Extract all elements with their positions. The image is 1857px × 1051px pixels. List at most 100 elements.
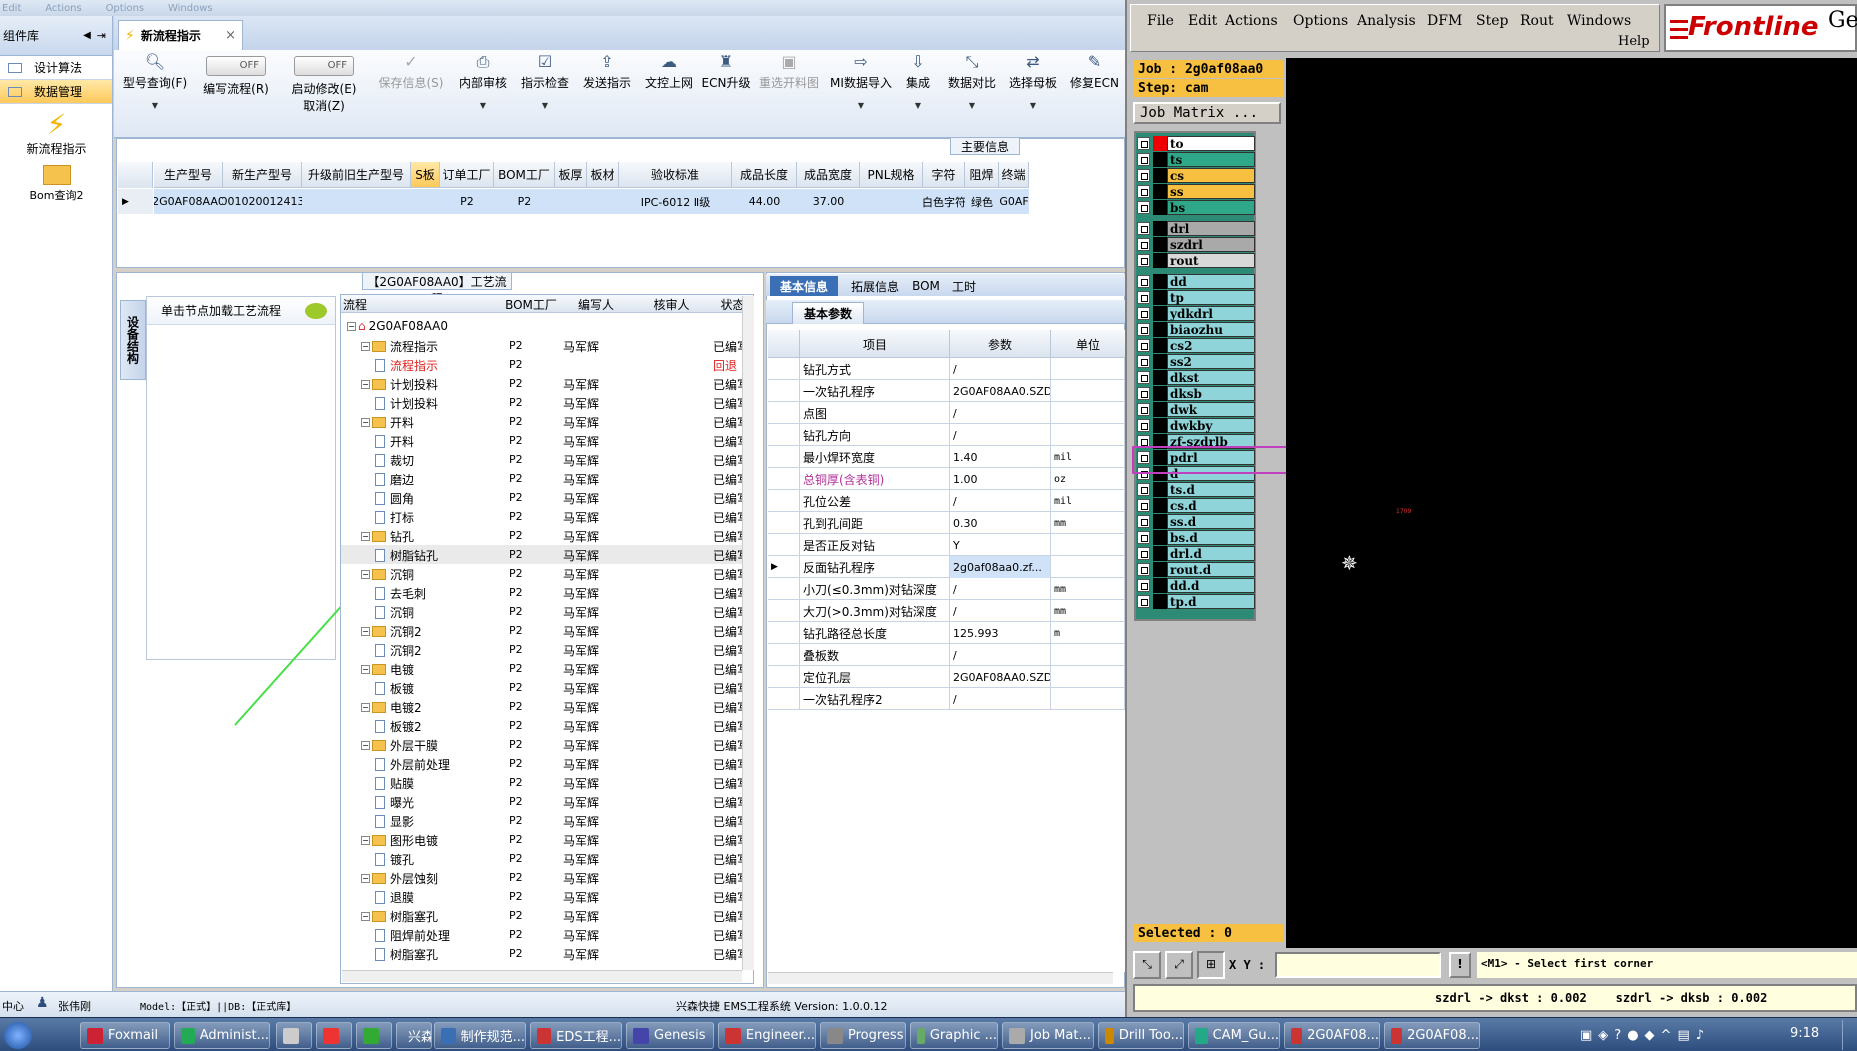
collapse-icon[interactable]: − xyxy=(361,380,370,389)
layer-name[interactable]: ydkdrl xyxy=(1167,306,1255,321)
grid-cell[interactable]: 2G0AF08AA0 xyxy=(154,189,223,214)
col-header[interactable]: BOM工厂 xyxy=(494,162,555,188)
param-value[interactable]: / xyxy=(950,490,1051,512)
save-info-button[interactable]: ✓ 保存信息(S) xyxy=(368,50,454,138)
flow-tree-row[interactable]: − 流程指示 P2 马军辉 已编写 xyxy=(341,336,753,355)
layer-row-drl-d[interactable]: drl.d xyxy=(1137,546,1255,561)
layer-name[interactable]: cs2 xyxy=(1167,338,1255,353)
layer-row-tp-d[interactable]: tp.d xyxy=(1137,594,1255,609)
collapse-icon[interactable]: − xyxy=(361,627,370,636)
col-header[interactable]: PNL规格 xyxy=(860,162,923,188)
flow-tree-row[interactable]: − 树脂塞孔 P2 马军辉 已编写 xyxy=(341,906,753,925)
tray-icon[interactable]: ◈ xyxy=(1598,1028,1608,1043)
col-header[interactable]: 成品宽度 xyxy=(797,162,860,188)
flow-col-header[interactable]: 编写人 xyxy=(559,296,633,313)
flow-tree-row[interactable]: − 开料 P2 马军辉 已编写 xyxy=(341,412,753,431)
flow-col-header[interactable]: 流程 xyxy=(343,296,503,313)
network-icon[interactable]: ▤ xyxy=(1677,1028,1689,1043)
col-header[interactable]: 新生产型号 xyxy=(223,162,302,188)
menu-dfm[interactable]: DFM xyxy=(1427,13,1462,29)
layer-row-dkst[interactable]: dkst xyxy=(1137,370,1255,385)
col-header[interactable]: 订单工厂 xyxy=(440,162,494,188)
flow-col-header[interactable]: BOM工厂 xyxy=(505,296,557,313)
job-matrix-button[interactable]: Job Matrix ... xyxy=(1133,102,1281,124)
layer-checkbox[interactable] xyxy=(1137,387,1150,400)
layer-name[interactable]: drl xyxy=(1167,221,1255,236)
flow-tree-row[interactable]: 板镀 P2 马军辉 已编写 xyxy=(341,678,753,697)
col-header[interactable]: 终端 xyxy=(999,162,1029,188)
taskbar-item[interactable]: 2G0AF08... xyxy=(1284,1022,1380,1049)
flow-tree-row[interactable]: 树脂塞孔 P2 马军辉 已编写 xyxy=(341,944,753,963)
flow-node[interactable]: − 钻孔 xyxy=(361,528,501,545)
flow-node[interactable]: 裁切 xyxy=(375,452,501,469)
flow-node[interactable]: − 电镀2 xyxy=(361,699,501,716)
menu-edit[interactable]: Edit xyxy=(2,3,21,14)
layer-checkbox[interactable] xyxy=(1137,403,1150,416)
param-row[interactable]: 孔位公差 / mil xyxy=(768,490,1125,512)
collapse-icon[interactable]: − xyxy=(361,874,370,883)
layer-row-dwk[interactable]: dwk xyxy=(1137,402,1255,417)
param-tab[interactable]: BOM xyxy=(912,276,940,296)
layer-name[interactable]: ts.d xyxy=(1167,482,1255,497)
layer-checkbox[interactable] xyxy=(1137,579,1150,592)
layer-checkbox[interactable] xyxy=(1137,371,1150,384)
param-value[interactable]: / xyxy=(950,644,1051,666)
layer-checkbox[interactable] xyxy=(1137,563,1150,576)
menu-help[interactable]: Help xyxy=(1618,34,1650,49)
tab-close-icon[interactable]: × xyxy=(225,28,236,43)
flow-tree-row[interactable]: − 沉铜 P2 马军辉 已编写 xyxy=(341,564,753,583)
flow-tree-row[interactable]: − 计划投料 P2 马军辉 已编写 xyxy=(341,374,753,393)
start-edit-toggle[interactable]: OFF 启动修改(E) 取消(Z) xyxy=(282,50,366,138)
flow-node[interactable]: 外层前处理 xyxy=(375,756,501,773)
flow-tree-row[interactable]: − ⌂ 2G0AF08AA0 xyxy=(341,317,753,336)
layer-name[interactable]: dwk xyxy=(1167,402,1255,417)
param-row[interactable]: 叠板数 / xyxy=(768,644,1125,666)
layer-checkbox[interactable] xyxy=(1137,169,1150,182)
layer-name[interactable]: dkst xyxy=(1167,370,1255,385)
layer-checkbox[interactable] xyxy=(1137,323,1150,336)
nav-item-design-algorithm[interactable]: 设计算法 xyxy=(0,56,112,80)
flow-tree-row[interactable]: − 外层蚀刻 P2 马军辉 已编写 xyxy=(341,868,753,887)
layer-row-rout[interactable]: rout xyxy=(1137,253,1255,268)
zoom-window-icon[interactable]: ⤡ xyxy=(1133,951,1161,979)
layer-name[interactable]: dwkby xyxy=(1167,418,1255,433)
layer-name[interactable]: szdrl xyxy=(1167,237,1255,252)
start-button[interactable] xyxy=(4,1022,32,1049)
col-header[interactable]: 字符 xyxy=(923,162,965,188)
collapse-icon[interactable]: − xyxy=(361,532,370,541)
collapse-icon[interactable]: − xyxy=(361,741,370,750)
layer-row-rout-d[interactable]: rout.d xyxy=(1137,562,1255,577)
param-value[interactable]: 2g0af08aa0.zf... xyxy=(950,556,1051,578)
flow-node[interactable]: − 树脂塞孔 xyxy=(361,908,501,925)
ecn-upgrade-button[interactable]: ♜ ECN升级 xyxy=(698,50,754,138)
nav-prev-icon[interactable]: ◀ xyxy=(83,30,91,41)
integrate-button[interactable]: ⇩ 集成 ▼ xyxy=(896,50,940,138)
info-button[interactable]: ! xyxy=(1449,952,1471,978)
graphic-canvas[interactable]: 1709 ✵ xyxy=(1286,58,1857,948)
grid-cell[interactable] xyxy=(555,189,587,214)
layer-name[interactable]: dd.d xyxy=(1167,578,1255,593)
layer-row-cs[interactable]: cs xyxy=(1137,168,1255,183)
taskbar-item[interactable] xyxy=(356,1022,392,1049)
subtab-basic-params[interactable]: 基本参数 xyxy=(792,302,864,324)
flow-tree-row[interactable]: − 沉铜2 P2 马军辉 已编写 xyxy=(341,621,753,640)
flow-node[interactable]: 去毛刺 xyxy=(375,585,501,602)
show-desktop-button[interactable] xyxy=(1842,1020,1856,1050)
param-row[interactable]: 是否正反对钻 Y xyxy=(768,534,1125,556)
flow-node[interactable]: 磨边 xyxy=(375,471,501,488)
layer-row-dd-d[interactable]: dd.d xyxy=(1137,578,1255,593)
flow-tree-row[interactable]: 贴膜 P2 马军辉 已编写 xyxy=(341,773,753,792)
help-icon[interactable]: ? xyxy=(1614,1028,1621,1043)
snap-icon[interactable]: ⊞ xyxy=(1197,951,1225,979)
grid-cell[interactable]: 10010200124138 xyxy=(223,189,302,214)
flow-tree-row[interactable]: − 电镀2 P2 马军辉 已编写 xyxy=(341,697,753,716)
flow-tree-row[interactable]: 计划投料 P2 马军辉 已编写 xyxy=(341,393,753,412)
col-header-item[interactable]: 项目 xyxy=(801,336,949,353)
layer-checkbox[interactable] xyxy=(1137,515,1150,528)
layer-row-ts[interactable]: ts xyxy=(1137,152,1255,167)
flow-node[interactable]: 曝光 xyxy=(375,794,501,811)
mi-import-button[interactable]: ⇨ MI数据导入 ▼ xyxy=(826,50,896,138)
taskbar-item[interactable] xyxy=(316,1022,352,1049)
param-value[interactable]: / xyxy=(950,358,1051,380)
grid-cell[interactable]: 44.00 xyxy=(732,189,797,214)
